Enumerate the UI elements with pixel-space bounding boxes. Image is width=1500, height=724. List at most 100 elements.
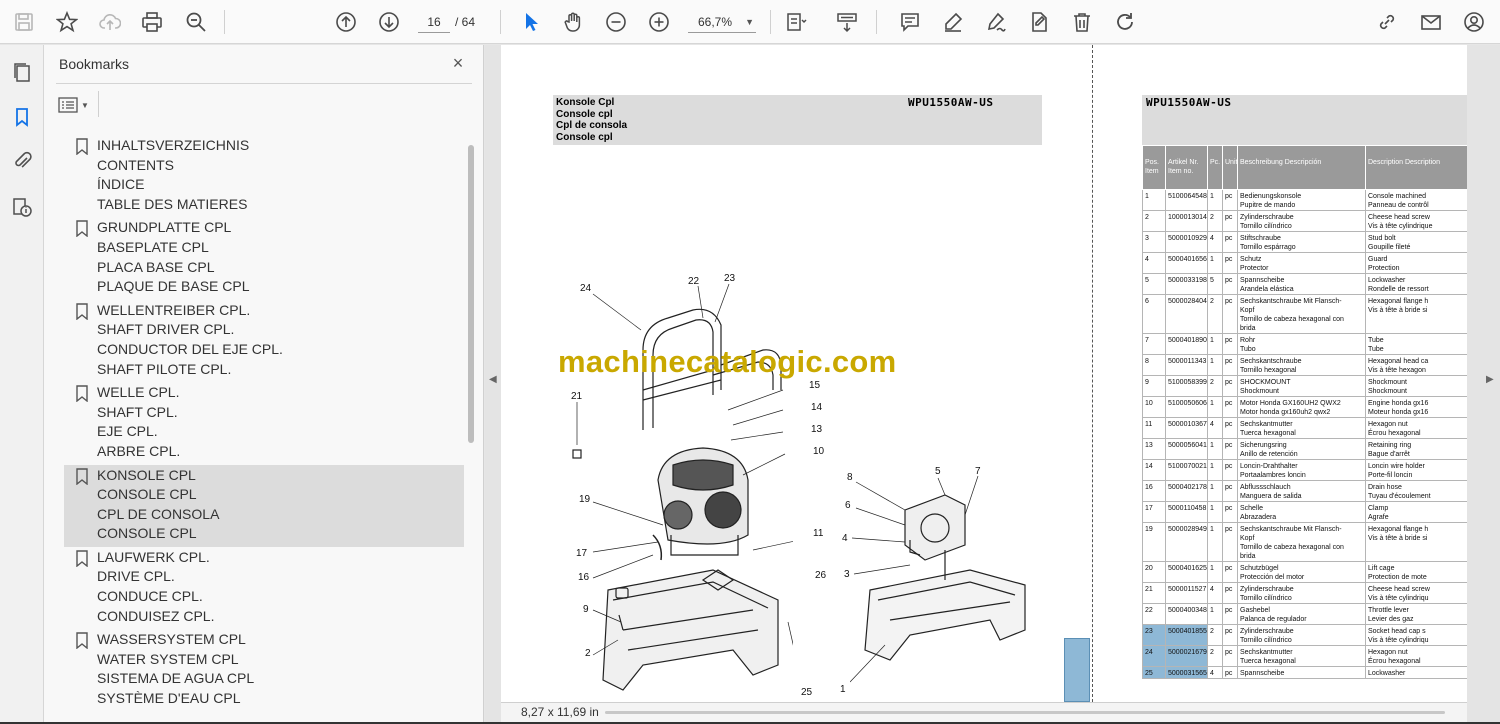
column-header: Artikel Nr. Item no.: [1165, 145, 1208, 190]
cell-line: Engine honda gx16: [1368, 400, 1429, 407]
select-pointer-icon[interactable]: [517, 8, 545, 36]
cell-line: 2: [1210, 649, 1214, 656]
pages-icon[interactable]: [8, 58, 36, 86]
bookmark-item[interactable]: WELLENTREIBER CPL. SHAFT DRIVER CPL. CONDU…: [64, 300, 464, 382]
zoom-value: 66,7%: [698, 15, 733, 29]
delete-icon[interactable]: [1068, 8, 1096, 36]
zoom-search-icon[interactable]: [182, 8, 210, 36]
cell-line: pc: [1225, 421, 1233, 428]
table-cell: Throttle lever Levier des gaz: [1365, 603, 1467, 625]
bookmark-icon: [76, 632, 88, 650]
cell-line: Zylinderschraube: [1240, 586, 1294, 593]
cell-line: Stud bolt: [1368, 235, 1396, 242]
cell-line: Drain hose: [1368, 484, 1402, 491]
fit-page-icon[interactable]: [782, 8, 810, 36]
callout-label: 23: [724, 273, 736, 284]
account-icon[interactable]: [1460, 8, 1488, 36]
cell-line: 5100050606: [1168, 400, 1207, 407]
cell-line: 11: [1145, 421, 1153, 428]
attachment-icon[interactable]: [8, 147, 36, 175]
cell-line: 1: [1210, 358, 1214, 365]
bookmark-label: CONSOLE CPL: [97, 525, 197, 542]
mail-icon[interactable]: [1417, 8, 1445, 36]
bookmark-icon[interactable]: [8, 103, 36, 131]
title-line: Konsole Cpl: [556, 97, 615, 108]
page-size-readout: 8,27 x 11,69 in: [521, 705, 599, 719]
comment-icon[interactable]: [896, 8, 924, 36]
save-icon[interactable]: [10, 8, 38, 36]
cell-line: 25: [1145, 670, 1153, 677]
cell-line: Protection: [1368, 265, 1400, 272]
cell-line: Rohr: [1240, 337, 1256, 344]
cell-line: Sechskantschraube: [1240, 358, 1302, 365]
cell-line: Spannscheibe: [1240, 277, 1285, 284]
print-icon[interactable]: [138, 8, 166, 36]
table-cell: Hexagonal head ca Vis à tête hexagon: [1365, 354, 1467, 376]
table-cell: 1: [1207, 438, 1223, 460]
table-cell: Rohr Tubo: [1237, 333, 1366, 355]
table-cell: 2: [1142, 210, 1166, 232]
bookmark-label: INHALTSVERZEICHNIS: [97, 137, 250, 153]
pdf-viewer-app: 16 / 64 66,7% ▼ Bookmarks × ▼ INHALTSVER…: [0, 0, 1500, 724]
cell-line: Sicherungsring: [1240, 442, 1287, 449]
rotate-icon[interactable]: [1111, 8, 1139, 36]
cell-line: 1: [1210, 337, 1214, 344]
page-up-icon[interactable]: [332, 8, 360, 36]
table-cell: 17: [1142, 501, 1166, 523]
bookmark-item[interactable]: INHALTSVERZEICHNIS CONTENTS ÍNDICE TABLE DE…: [64, 135, 464, 217]
bookmark-item[interactable]: GRUNDPLATTE CPL BASEPLATE CPL PLACA BASE C…: [64, 217, 464, 299]
scroll-mode-icon[interactable]: [833, 8, 861, 36]
table-cell: 2: [1207, 210, 1223, 232]
chevron-down-icon: ▼: [745, 17, 754, 27]
sign-icon[interactable]: [982, 8, 1010, 36]
stamp-icon[interactable]: [1025, 8, 1053, 36]
bookmark-item[interactable]: KONSOLE CPL CONSOLE CPL CPL DE CONSOLA CONS…: [64, 464, 464, 547]
cell-line: 6: [1145, 298, 1149, 305]
cell-line: Cheese head screw: [1368, 586, 1430, 593]
document-info-icon[interactable]: [8, 193, 36, 221]
cell-line: 17: [1145, 505, 1153, 512]
collapse-left-icon[interactable]: ◀: [489, 374, 497, 385]
cell-line: pc: [1225, 463, 1233, 470]
cell-line: 4: [1145, 256, 1149, 263]
cell-line: Pupitre de mando: [1240, 202, 1296, 209]
page-down-icon[interactable]: [375, 8, 403, 36]
zoom-select[interactable]: 66,7% ▼: [688, 11, 756, 33]
table-cell: pc: [1222, 645, 1238, 667]
cell-line: Schelle: [1240, 505, 1263, 512]
table-row: 17 5000110458 1 pc Schelle Abrazadera Clamp Agr…: [1142, 501, 1467, 523]
cell-line: Porte-fil loncin: [1368, 472, 1413, 479]
table-row: 10 5100050606 1 pc Motor Honda GX160UH2 QWX2…: [1142, 396, 1467, 418]
collapse-right-icon[interactable]: ▶: [1486, 374, 1494, 385]
column-header: Beschreibung Descripción: [1237, 145, 1366, 190]
bookmark-item[interactable]: WASSERSYSTEM CPL WATER SYSTEM CPL SISTEMA …: [64, 629, 464, 711]
cell-line: Protección del motor: [1240, 574, 1305, 581]
share-link-icon[interactable]: [1373, 8, 1401, 36]
cell-line: Tubo: [1240, 346, 1256, 353]
page-number-input[interactable]: 16: [418, 11, 450, 33]
cell-line: pc: [1225, 442, 1233, 449]
zoom-in-icon[interactable]: [645, 8, 673, 36]
close-icon[interactable]: ×: [448, 53, 468, 73]
table-cell: 20: [1142, 561, 1166, 583]
table-cell: Hexagon nut Écrou hexagonal: [1365, 645, 1467, 667]
cell-line: Vis à tête à bride si: [1368, 535, 1428, 542]
bookmark-options-button[interactable]: ▼: [58, 94, 94, 116]
zoom-out-icon[interactable]: [602, 8, 630, 36]
cell-line: Panneau de contrôl: [1368, 202, 1429, 209]
column-header: Description Description: [1365, 145, 1467, 190]
cell-line: Moteur honda gx16: [1368, 409, 1429, 416]
bookmark-item[interactable]: WELLE CPL. SHAFT CPL. EJE CPL. ARBRE CPL.: [64, 382, 464, 464]
table-row: 24 5000021679 2 pc Sechskantmutter Tuerca hex…: [1142, 645, 1467, 667]
panel-scrollbar[interactable]: [468, 145, 474, 443]
horizontal-scrollbar[interactable]: [605, 711, 1445, 714]
hand-pan-icon[interactable]: [559, 8, 587, 36]
bookmark-item[interactable]: LAUFWERK CPL. DRIVE CPL. CONDUCE CPL. CONDU…: [64, 547, 464, 629]
table-cell: 13: [1142, 438, 1166, 460]
parts-table-container: Pos. Item Artikel Nr. Item no. Pc. Unit …: [1142, 145, 1467, 702]
upload-cloud-icon[interactable]: [96, 8, 124, 36]
highlight-pen-icon[interactable]: [939, 8, 967, 36]
star-icon[interactable]: [53, 8, 81, 36]
callout-label: 11: [813, 528, 824, 539]
table-row: 3 5000010929 4 pc Stiftschraube Tornillo espá…: [1142, 231, 1467, 253]
